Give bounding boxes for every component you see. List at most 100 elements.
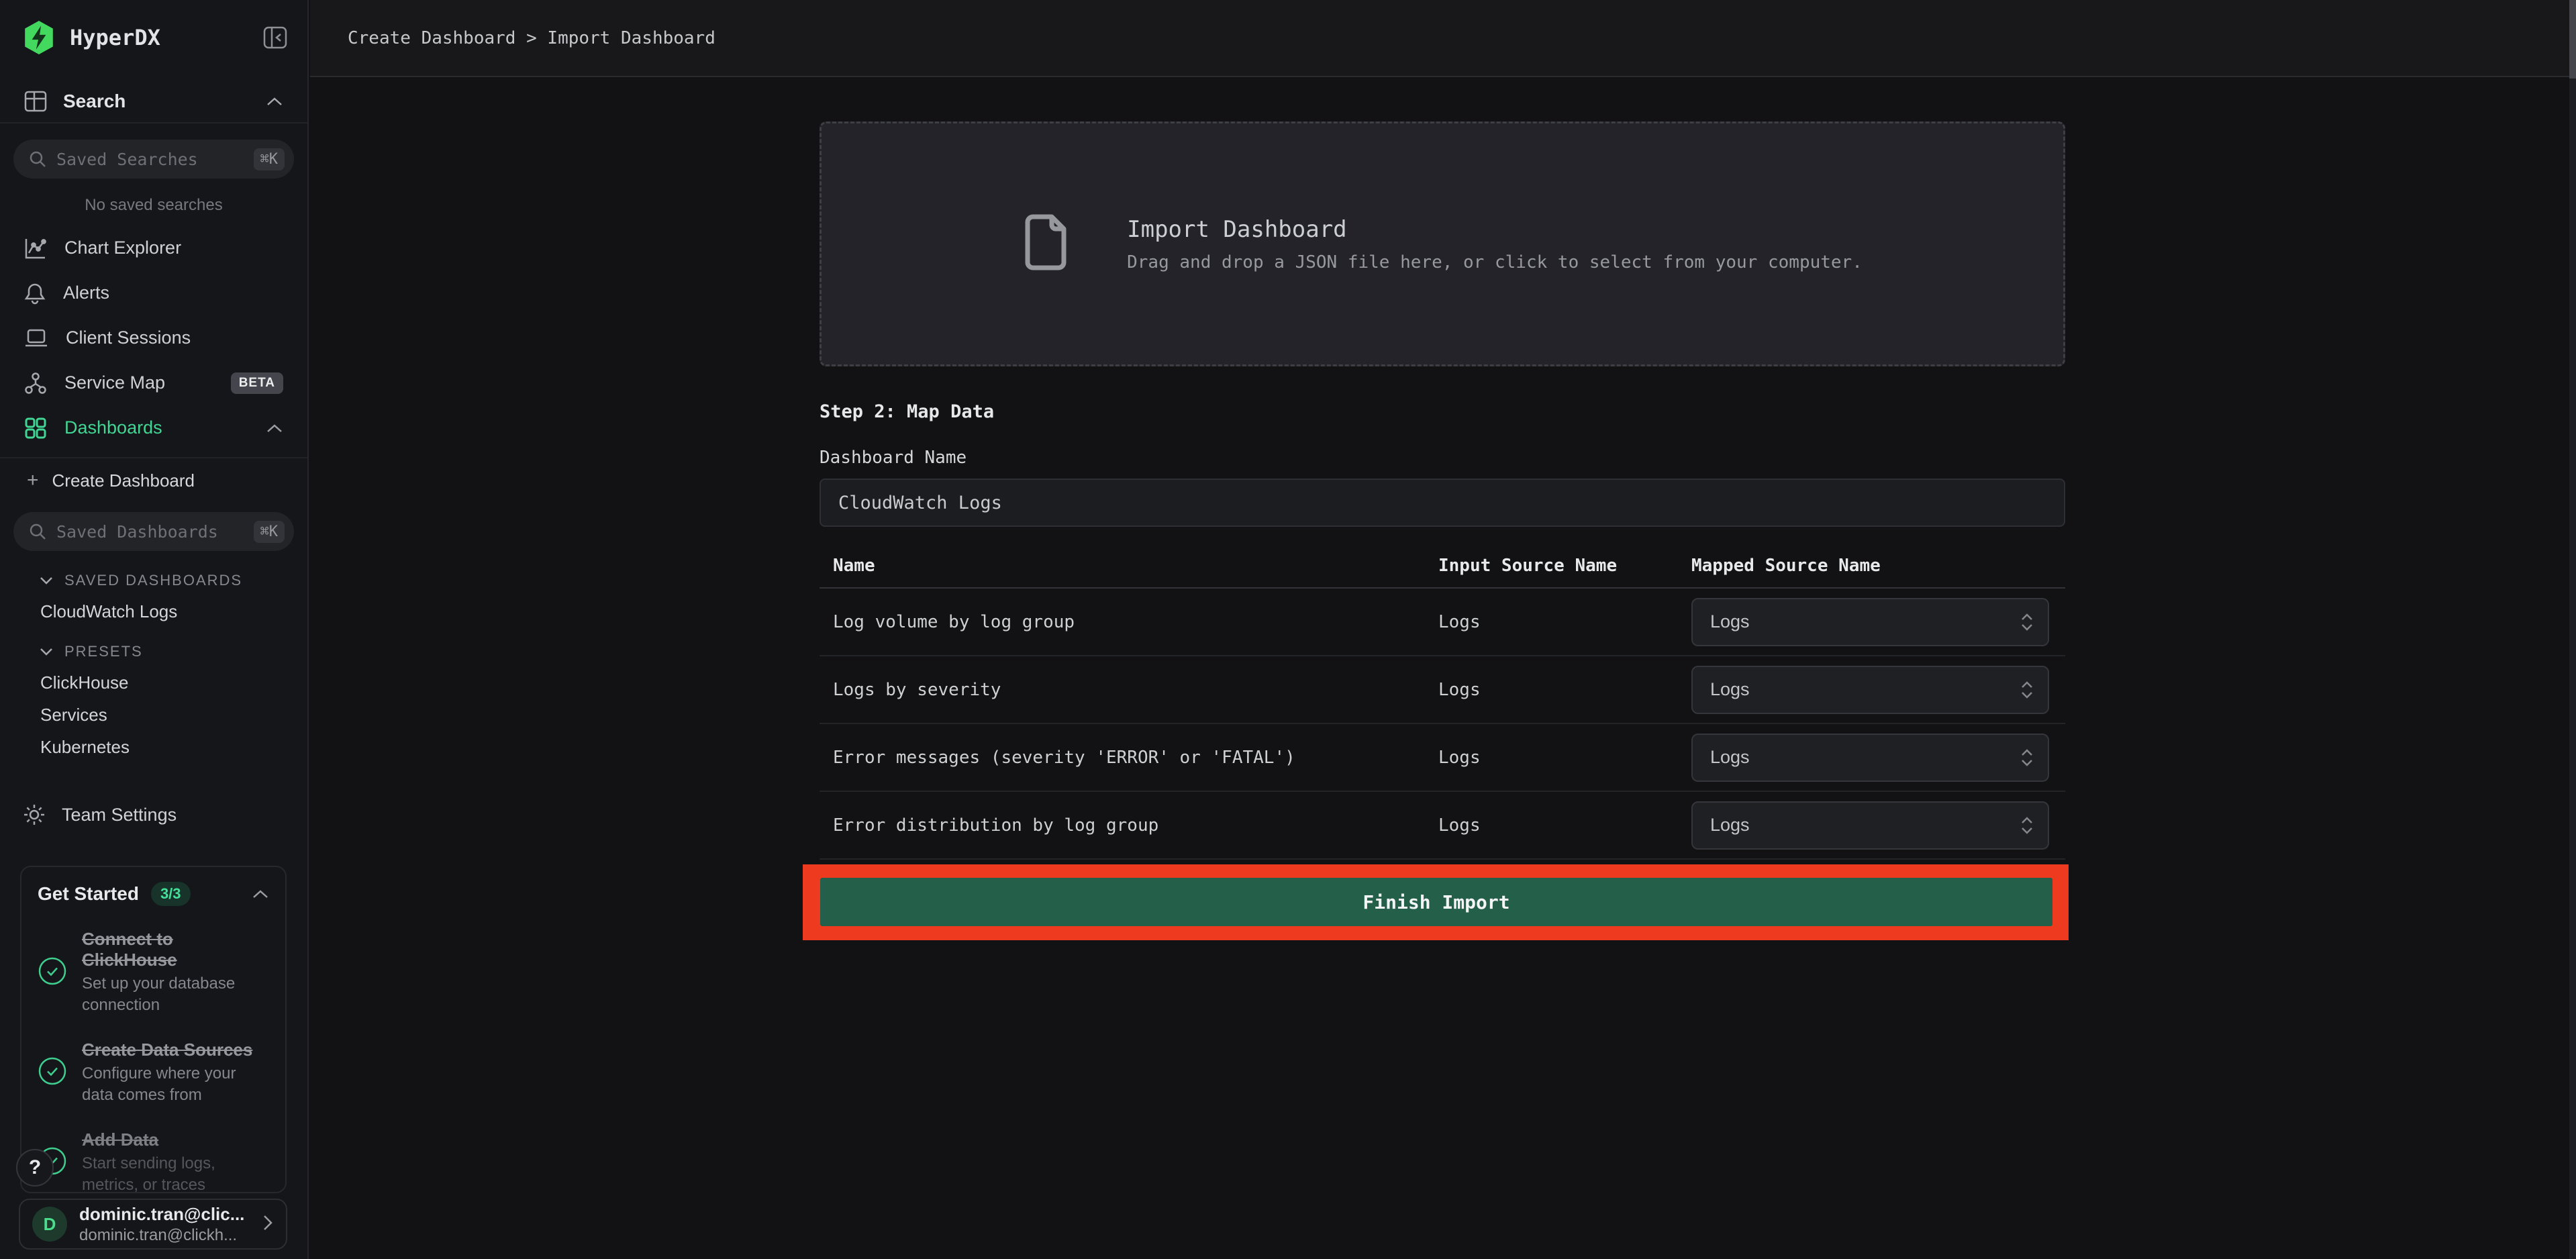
dropzone-title: Import Dashboard — [1127, 216, 1863, 243]
sidebar-item-service-map[interactable]: Service Map BETA — [0, 360, 307, 405]
sidebar: HyperDX Search — [0, 0, 309, 1259]
chart-name: Error messages (severity 'ERROR' or 'FAT… — [820, 748, 1438, 768]
user-account-button[interactable]: D dominic.tran@clic... dominic.tran@clic… — [19, 1199, 287, 1250]
dropzone-subtitle: Drag and drop a JSON file here, or click… — [1127, 252, 1863, 272]
dashboard-item-cloudwatch-logs[interactable]: CloudWatch Logs — [0, 595, 307, 627]
annotation-highlight-box: Finish Import — [803, 864, 2069, 940]
mapped-source-select[interactable]: Logs — [1691, 801, 2049, 850]
mapped-source-select[interactable]: Logs — [1691, 598, 2049, 646]
header-mapped-source: Mapped Source Name — [1691, 556, 2065, 576]
shortcut-badge: ⌘K — [254, 521, 285, 543]
select-chevrons-icon — [2020, 680, 2034, 700]
topbar: Create Dashboard > Import Dashboard — [310, 0, 2576, 77]
search-section-label: Search — [63, 91, 250, 112]
get-started-progress-badge: 3/3 — [151, 882, 191, 906]
import-dashboard-content: Import Dashboard Drag and drop a JSON fi… — [820, 121, 2065, 940]
saved-dashboards-field[interactable] — [56, 522, 244, 542]
get-started-item-sources[interactable]: Create Data Sources Configure where your… — [38, 1040, 269, 1107]
sidebar-item-client-sessions[interactable]: Client Sessions — [0, 315, 307, 360]
avatar: D — [32, 1207, 67, 1242]
header-name: Name — [820, 556, 1438, 576]
mapped-source-select[interactable]: Logs — [1691, 734, 2049, 782]
input-source-value: Logs — [1438, 748, 1691, 768]
dashboards-icon — [24, 417, 47, 440]
get-started-title: Get Started — [38, 883, 139, 905]
saved-dashboards-section[interactable]: SAVED DASHBOARDS — [0, 566, 307, 595]
sidebar-item-dashboards[interactable]: Dashboards — [0, 405, 307, 450]
table-row: Log volume by log group Logs Logs — [820, 589, 2065, 656]
search-icon — [28, 150, 47, 168]
check-circle-icon — [38, 956, 67, 989]
input-source-value: Logs — [1438, 612, 1691, 632]
get-started-panel: Get Started 3/3 Connect to ClickHouse Se… — [20, 866, 287, 1193]
saved-dashboards-input[interactable]: ⌘K — [13, 512, 294, 551]
laptop-icon — [24, 328, 48, 349]
app-title: HyperDX — [70, 25, 263, 50]
chart-explorer-icon — [24, 237, 47, 260]
chart-name: Error distribution by log group — [820, 815, 1438, 836]
search-icon — [28, 522, 47, 541]
scrollbar-thumb[interactable] — [2569, 0, 2576, 79]
chevron-up-icon[interactable] — [266, 423, 283, 434]
preset-item-kubernetes[interactable]: Kubernetes — [0, 731, 307, 763]
plus-icon: + — [27, 469, 39, 492]
sidebar-item-team-settings[interactable]: Team Settings — [0, 793, 307, 837]
chevron-up-icon[interactable] — [266, 96, 283, 107]
preset-item-services[interactable]: Services — [0, 699, 307, 731]
sidebar-item-chart-explorer[interactable]: Chart Explorer — [0, 225, 307, 270]
mapping-table: Name Input Source Name Mapped Source Nam… — [820, 544, 2065, 860]
logo-row: HyperDX — [0, 0, 307, 55]
dashboards-tree: SAVED DASHBOARDS CloudWatch Logs PRESETS… — [0, 566, 307, 763]
help-button[interactable]: ? — [16, 1149, 54, 1187]
hyperdx-logo-icon — [23, 20, 55, 55]
dashboard-name-label: Dashboard Name — [820, 448, 2065, 468]
hyperdx-app: HyperDX Search — [0, 0, 2576, 1259]
chart-name: Log volume by log group — [820, 612, 1438, 632]
main-area: Create Dashboard > Import Dashboard Impo… — [310, 0, 2576, 1259]
table-row: Error distribution by log group Logs Log… — [820, 792, 2065, 860]
user-name: dominic.tran@clic... — [79, 1204, 250, 1225]
breadcrumb: Create Dashboard > Import Dashboard — [348, 28, 715, 48]
gear-icon — [23, 803, 46, 826]
service-map-icon — [24, 372, 47, 395]
select-chevrons-icon — [2020, 815, 2034, 836]
chevron-down-icon — [39, 647, 54, 656]
select-chevrons-icon — [2020, 748, 2034, 768]
preset-item-clickhouse[interactable]: ClickHouse — [0, 666, 307, 699]
saved-searches-input[interactable]: ⌘K — [13, 140, 294, 179]
table-icon — [24, 91, 47, 112]
user-email: dominic.tran@clickh... — [79, 1226, 250, 1245]
file-icon — [1022, 213, 1069, 275]
finish-import-button[interactable]: Finish Import — [820, 878, 2052, 926]
chevron-right-icon — [262, 1213, 274, 1236]
get-started-item-connect[interactable]: Connect to ClickHouse Set up your databa… — [38, 929, 269, 1017]
sidebar-nav: Chart Explorer Alerts Cl — [0, 225, 307, 450]
input-source-value: Logs — [1438, 815, 1691, 836]
sidebar-collapse-icon[interactable] — [263, 26, 287, 49]
sidebar-item-search[interactable]: Search — [0, 81, 307, 123]
no-saved-searches-text: No saved searches — [0, 196, 307, 215]
get-started-item-add-data[interactable]: Add Data Start sending logs, metrics, or… — [38, 1129, 269, 1193]
dashboard-name-input[interactable] — [820, 479, 2065, 527]
table-row: Logs by severity Logs Logs — [820, 656, 2065, 724]
input-source-value: Logs — [1438, 680, 1691, 700]
check-circle-icon — [38, 1056, 67, 1089]
table-header: Name Input Source Name Mapped Source Nam… — [820, 544, 2065, 589]
bell-icon — [24, 282, 46, 305]
presets-section[interactable]: PRESETS — [0, 637, 307, 666]
chevron-down-icon — [39, 576, 54, 585]
json-file-dropzone[interactable]: Import Dashboard Drag and drop a JSON fi… — [820, 121, 2065, 366]
scrollbar-track[interactable] — [2569, 77, 2576, 1259]
beta-badge: BETA — [231, 372, 283, 394]
create-dashboard-button[interactable]: + Create Dashboard — [0, 458, 307, 503]
chart-name: Logs by severity — [820, 680, 1438, 700]
step-title: Step 2: Map Data — [820, 401, 2065, 422]
header-input-source: Input Source Name — [1438, 556, 1691, 576]
chevron-up-icon[interactable] — [252, 889, 269, 899]
select-chevrons-icon — [2020, 612, 2034, 632]
sidebar-item-alerts[interactable]: Alerts — [0, 270, 307, 315]
saved-searches-field[interactable] — [56, 150, 244, 169]
mapped-source-select[interactable]: Logs — [1691, 666, 2049, 714]
shortcut-badge: ⌘K — [254, 148, 285, 170]
table-row: Error messages (severity 'ERROR' or 'FAT… — [820, 724, 2065, 792]
